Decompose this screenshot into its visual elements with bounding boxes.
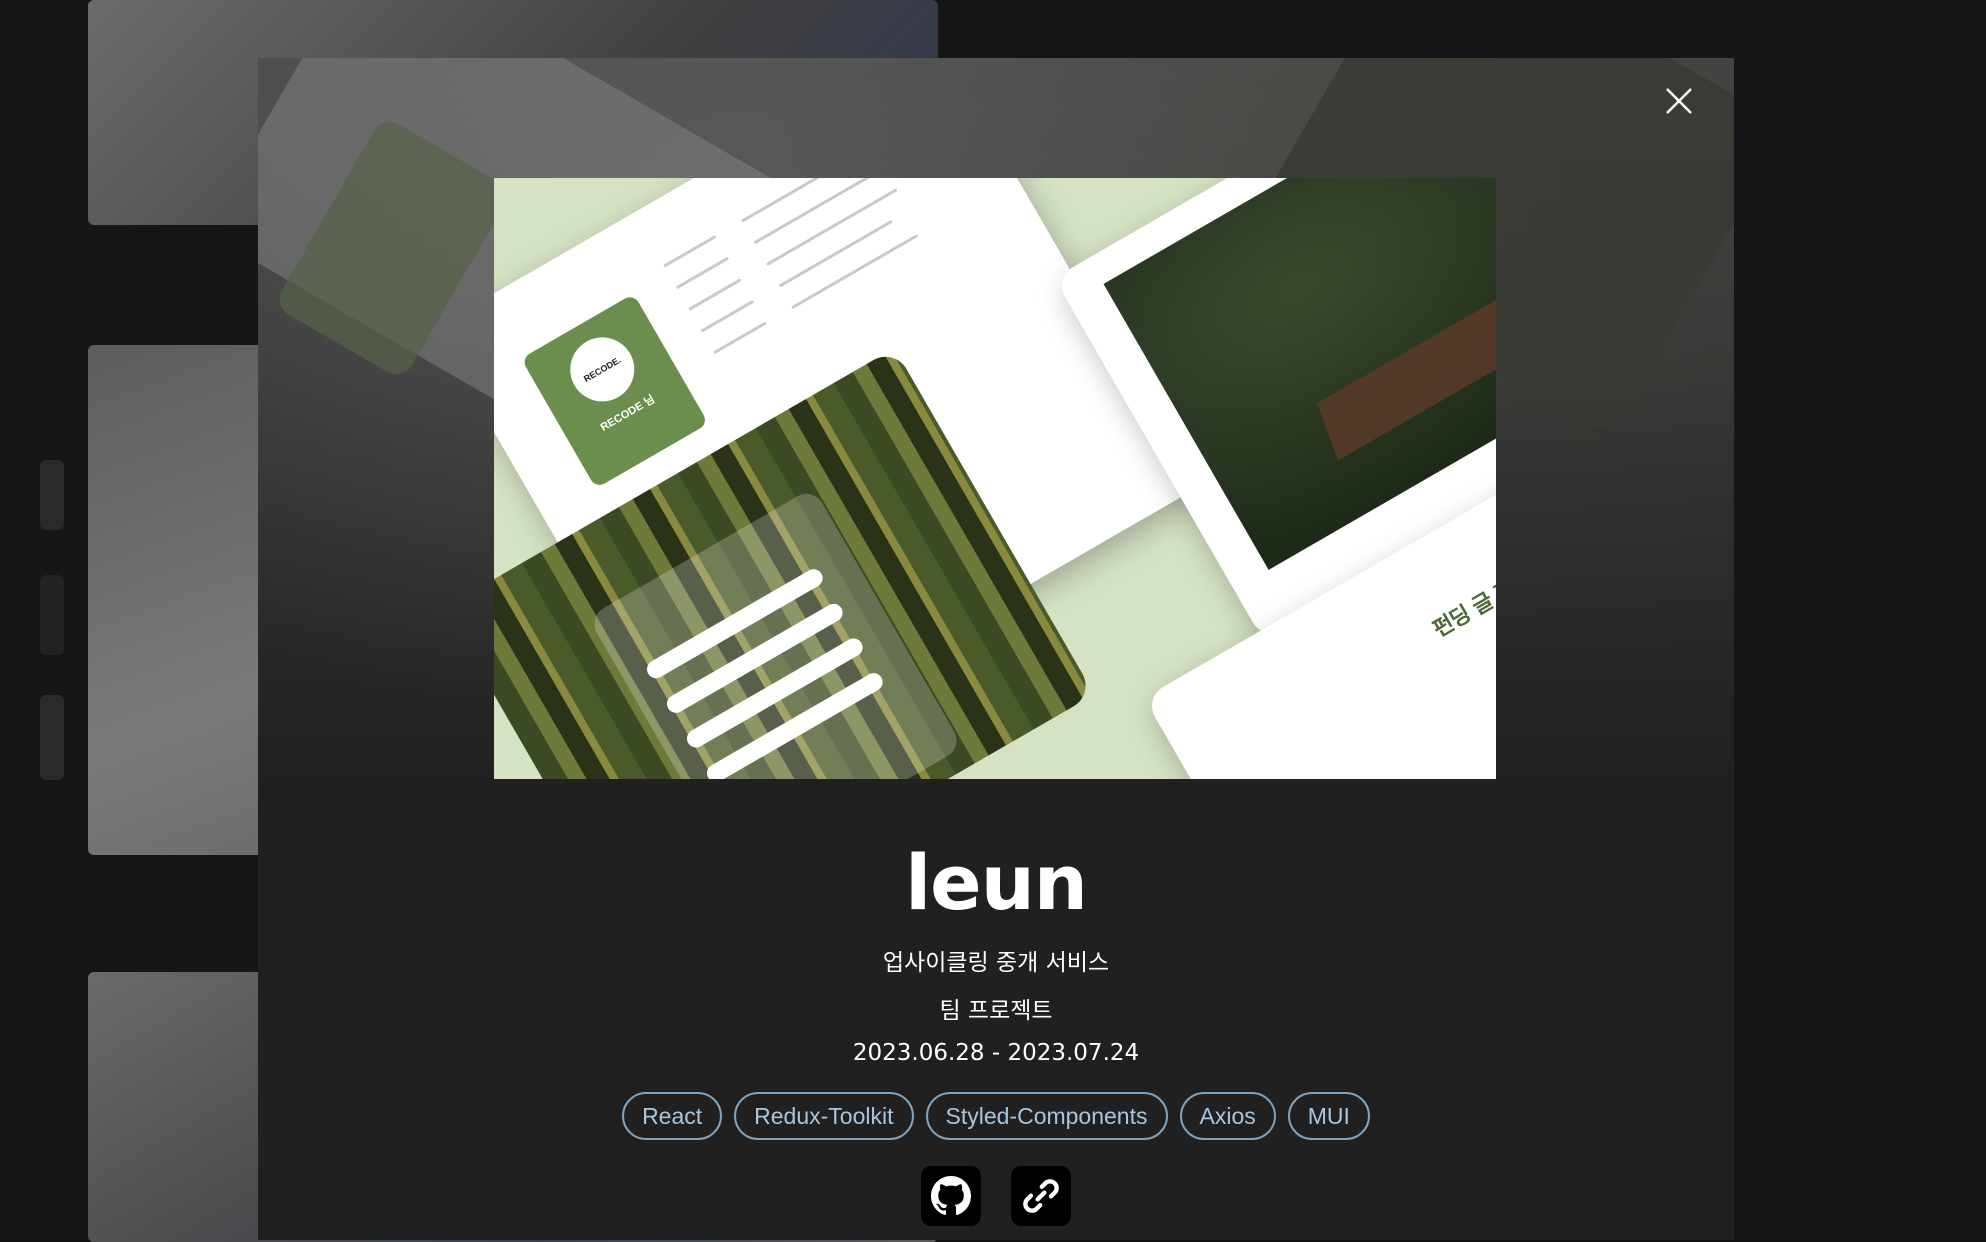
background-side-nav-item: [40, 460, 64, 530]
project-type: 팀 프로젝트: [939, 998, 1053, 1024]
project-description: 업사이클링 중개 서비스: [882, 950, 1110, 976]
project-links: [258, 1166, 1734, 1226]
preview-profile-card: RECODE. RECODE 님: [520, 293, 709, 489]
link-icon: [1023, 1179, 1059, 1213]
tech-tag: Axios: [1179, 1092, 1276, 1140]
github-icon: [931, 1176, 971, 1216]
tech-tag: MUI: [1287, 1092, 1370, 1140]
tech-stack-list: React Redux-Toolkit Styled-Components Ax…: [258, 1092, 1734, 1140]
project-period: 2023.06.28 - 2023.07.24: [852, 1040, 1140, 1066]
close-icon: [1666, 88, 1692, 114]
tech-tag: Redux-Toolkit: [734, 1092, 914, 1140]
tech-tag: React: [622, 1092, 723, 1140]
background-side-nav-item: [40, 695, 64, 780]
background-side-nav-item: [40, 575, 64, 655]
tech-tag: Styled-Components: [925, 1092, 1168, 1140]
close-button[interactable]: [1654, 76, 1704, 126]
project-preview-image: RECODE. RECODE 님 펀딩 글 작성: [494, 178, 1496, 779]
project-title: leun: [905, 838, 1088, 927]
github-link-button[interactable]: [921, 1166, 981, 1226]
site-link-button[interactable]: [1011, 1166, 1071, 1226]
project-detail-modal: RECODE. RECODE 님 펀딩 글 작성 leun 업사이클링 중개 서…: [258, 58, 1734, 1240]
